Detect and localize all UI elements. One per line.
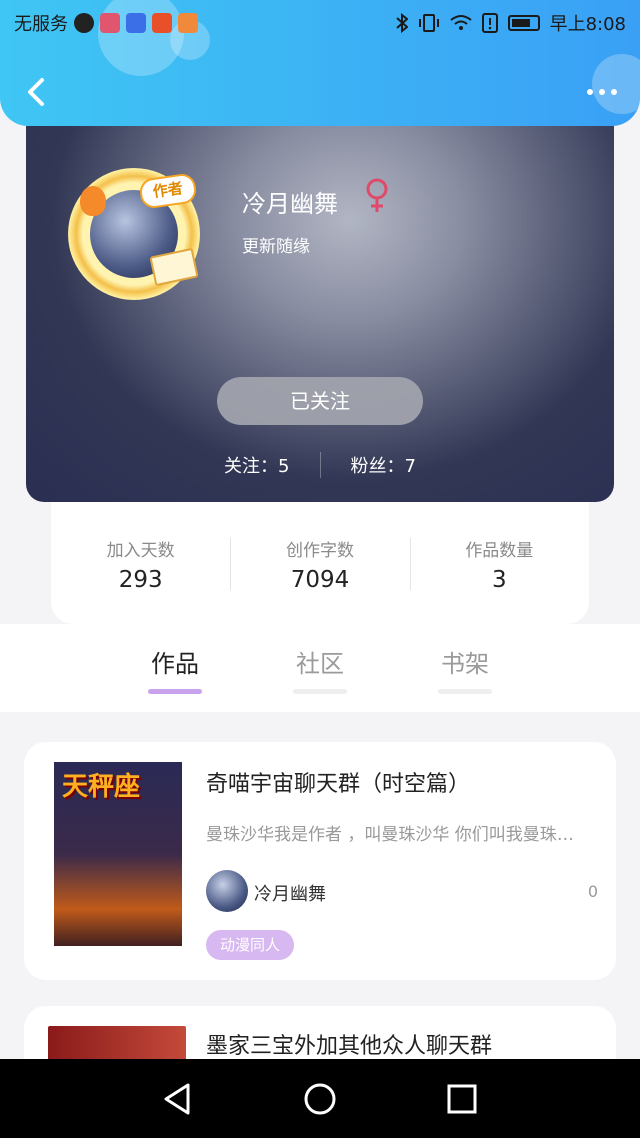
status-left: 无服务	[14, 10, 198, 36]
bluetooth-icon	[395, 13, 408, 33]
book-description: 曼珠沙华我是作者 ，叫曼珠沙华 你们叫我曼珠沙华就好	[206, 825, 584, 845]
wifi-icon	[449, 15, 472, 30]
more-dot	[599, 89, 605, 95]
game-icon	[152, 13, 172, 33]
more-dot	[611, 89, 617, 95]
book-count: 0	[587, 882, 598, 901]
author-badge: 作者	[138, 172, 198, 210]
balloon-decor-icon	[80, 186, 106, 216]
book-title[interactable]: 奇喵宇宙聊天群（时空篇）	[206, 766, 470, 798]
metric-join-days: 加入天数 293	[51, 502, 230, 624]
more-dot	[587, 89, 593, 95]
tab-label: 书架	[441, 650, 489, 678]
tab-works[interactable]: 作品	[130, 644, 220, 694]
social-stats: 关注：5 粉丝：7	[26, 452, 614, 478]
tiktok-icon	[74, 13, 94, 33]
follow-button[interactable]: 已关注	[217, 377, 423, 425]
metric-label: 创作字数	[285, 541, 354, 561]
more-options-button[interactable]	[582, 80, 622, 104]
metric-value: 293	[118, 567, 163, 593]
status-right: 早上8:08	[395, 10, 626, 36]
book-title[interactable]: 墨家三宝外加其他众人聊天群	[206, 1028, 492, 1060]
alert-sim-icon	[481, 13, 498, 33]
tab-label: 作品	[151, 650, 199, 678]
user-bio: 更新随缘	[242, 237, 310, 257]
metric-label: 加入天数	[106, 541, 175, 561]
clock: 早上8:08	[549, 14, 626, 35]
recent-apps-icon[interactable]	[444, 1081, 480, 1117]
followers-count[interactable]: 粉丝：7	[351, 452, 416, 478]
metric-value: 3	[492, 567, 507, 593]
tab-indicator	[148, 689, 202, 694]
cover-title: 天秤座	[62, 772, 141, 802]
tab-label: 社区	[296, 650, 344, 678]
following-count[interactable]: 关注：5	[224, 452, 289, 478]
tab-bookshelf[interactable]: 书架	[420, 644, 510, 694]
carrier-text: 无服务	[14, 14, 68, 35]
avatar-frame[interactable]: 作者	[68, 168, 200, 300]
author-name: 冷月幽舞	[254, 884, 326, 905]
metrics-card: 加入天数 293 创作字数 7094 作品数量 3	[51, 502, 589, 624]
battery-icon	[507, 15, 540, 31]
metric-value: 7094	[290, 567, 350, 593]
metric-works-count: 作品数量 3	[409, 502, 589, 624]
home-circle-icon[interactable]	[302, 1081, 338, 1117]
author-avatar	[206, 870, 248, 912]
tab-indicator	[293, 689, 347, 694]
metric-label: 作品数量	[465, 541, 534, 561]
book-cover[interactable]: 天秤座	[54, 762, 182, 946]
back-icon[interactable]	[18, 72, 54, 112]
baidu-icon	[126, 13, 146, 33]
back-triangle-icon[interactable]	[160, 1081, 196, 1117]
tab-bar: 作品 社区 书架	[0, 624, 640, 712]
female-icon	[366, 178, 388, 212]
app-icon	[100, 13, 120, 33]
system-nav-bar	[0, 1059, 640, 1138]
book-card[interactable]: 天秤座 奇喵宇宙聊天群（时空篇） 曼珠沙华我是作者 ，叫曼珠沙华 你们叫我曼珠沙…	[24, 742, 616, 980]
metric-word-count: 创作字数 7094	[230, 502, 409, 624]
video-icon	[178, 13, 198, 33]
profile-card: 作者 冷月幽舞 更新随缘 已关注 关注：5 粉丝：7	[26, 126, 614, 502]
user-name: 冷月幽舞	[242, 190, 338, 218]
divider	[319, 452, 321, 478]
status-bar: 无服务 早上8:08	[0, 0, 640, 44]
genre-tag[interactable]: 动漫同人	[206, 930, 295, 960]
tab-community[interactable]: 社区	[275, 644, 365, 694]
tab-indicator	[438, 689, 492, 694]
vibrate-icon	[418, 14, 439, 32]
